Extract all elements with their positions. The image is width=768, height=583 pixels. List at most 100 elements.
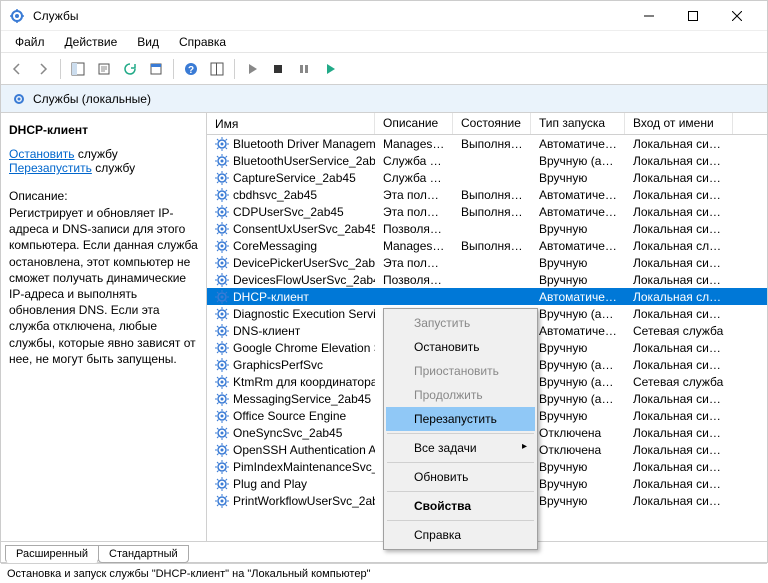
service-row[interactable]: DHCP-клиентАвтоматиче…Локальная слу…	[207, 288, 767, 305]
service-logon: Локальная сис…	[625, 154, 733, 168]
tab-extended[interactable]: Расширенный	[5, 545, 99, 563]
gear-icon	[215, 239, 229, 253]
service-row[interactable]: CaptureService_2ab45Служба за…ВручнуюЛок…	[207, 169, 767, 186]
service-name: DHCP-клиент	[233, 290, 309, 304]
service-row[interactable]: CoreMessagingManages c…ВыполняетсяАвтома…	[207, 237, 767, 254]
service-name: Diagnostic Execution Service	[233, 307, 375, 321]
ctx-start: Запустить	[386, 311, 535, 335]
context-menu: Запустить Остановить Приостановить Продо…	[383, 308, 538, 550]
service-row[interactable]: cbdhsvc_2ab45Эта польз…ВыполняетсяАвтома…	[207, 186, 767, 203]
col-status[interactable]: Состояние	[453, 113, 531, 134]
pause-service-button[interactable]	[292, 57, 316, 81]
service-logon: Локальная сис…	[625, 273, 733, 287]
service-row[interactable]: CDPUserSvc_2ab45Эта польз…ВыполняетсяАвт…	[207, 203, 767, 220]
app-icon	[9, 8, 25, 24]
service-row[interactable]: Bluetooth Driver Managem…Manages B…Выпол…	[207, 135, 767, 152]
col-name[interactable]: Имя	[207, 113, 375, 134]
chevron-right-icon: ▸	[522, 441, 527, 452]
gear-icon	[215, 409, 229, 423]
service-startup: Вручную (ак…	[531, 307, 625, 321]
service-logon: Сетевая служба	[625, 324, 733, 338]
properties-button[interactable]	[144, 57, 168, 81]
toolbar-misc-button[interactable]	[205, 57, 229, 81]
service-name: BluetoothUserService_2ab45	[233, 154, 375, 168]
service-startup: Автоматиче…	[531, 239, 625, 253]
service-logon: Локальная сис…	[625, 392, 733, 406]
title-bar: Службы	[1, 1, 767, 31]
col-description[interactable]: Описание	[375, 113, 453, 134]
menu-help[interactable]: Справка	[171, 33, 234, 51]
menu-bar: Файл Действие Вид Справка	[1, 31, 767, 53]
service-row[interactable]: BluetoothUserService_2ab45Служба п…Вручн…	[207, 152, 767, 169]
service-logon: Локальная сис…	[625, 494, 733, 508]
service-logon: Локальная слу…	[625, 239, 733, 253]
toolbar: ?	[1, 53, 767, 85]
gear-icon	[215, 307, 229, 321]
service-startup: Вручную	[531, 341, 625, 355]
service-startup: Автоматиче…	[531, 324, 625, 338]
menu-action[interactable]: Действие	[57, 33, 126, 51]
col-logon[interactable]: Вход от имени	[625, 113, 733, 134]
service-name: Bluetooth Driver Managem…	[233, 137, 375, 151]
col-startup[interactable]: Тип запуска	[531, 113, 625, 134]
column-headers: Имя Описание Состояние Тип запуска Вход …	[207, 113, 767, 135]
service-name: MessagingService_2ab45	[233, 392, 371, 406]
service-name: KtmRm для координатора …	[233, 375, 375, 389]
maximize-button[interactable]	[671, 1, 715, 31]
service-desc: Позволяет…	[375, 273, 453, 287]
service-startup: Вручную	[531, 460, 625, 474]
service-state: Выполняется	[453, 137, 531, 151]
close-button[interactable]	[715, 1, 759, 31]
service-desc: Служба за…	[375, 171, 453, 185]
start-service-button[interactable]	[240, 57, 264, 81]
service-row[interactable]: DevicePickerUserSvc_2ab45Эта польз…Вручн…	[207, 254, 767, 271]
service-desc: Позволяет…	[375, 222, 453, 236]
tree-header[interactable]: Службы (локальные)	[1, 85, 767, 113]
service-name: Google Chrome Elevation S…	[233, 341, 375, 355]
back-button[interactable]	[5, 57, 29, 81]
service-name: Office Source Engine	[233, 409, 346, 423]
service-startup: Вручную (ак…	[531, 358, 625, 372]
service-row[interactable]: ConsentUxUserSvc_2ab45Позволяет…ВручнуюЛ…	[207, 220, 767, 237]
service-name: OneSyncSvc_2ab45	[233, 426, 342, 440]
menu-file[interactable]: Файл	[7, 33, 53, 51]
gear-icon	[215, 324, 229, 338]
service-list-pane: Имя Описание Состояние Тип запуска Вход …	[207, 113, 767, 541]
ctx-properties[interactable]: Свойства	[386, 494, 535, 518]
service-desc: Служба п…	[375, 154, 453, 168]
ctx-help[interactable]: Справка	[386, 523, 535, 547]
service-startup: Вручную	[531, 273, 625, 287]
service-desc: Manages B…	[375, 137, 453, 151]
tab-standard[interactable]: Стандартный	[98, 545, 189, 563]
stop-service-link[interactable]: Остановить службу	[9, 147, 198, 161]
service-name: CaptureService_2ab45	[233, 171, 356, 185]
gear-icon	[215, 358, 229, 372]
menu-view[interactable]: Вид	[129, 33, 167, 51]
help-button[interactable]: ?	[179, 57, 203, 81]
ctx-restart[interactable]: Перезапустить	[386, 407, 535, 431]
service-logon: Локальная сис…	[625, 426, 733, 440]
status-bar: Остановка и запуск службы "DHCP-клиент" …	[1, 563, 767, 583]
service-row[interactable]: DevicesFlowUserSvc_2ab45Позволяет…Вручну…	[207, 271, 767, 288]
service-startup: Отключена	[531, 443, 625, 457]
restart-service-button[interactable]	[318, 57, 342, 81]
service-logon: Локальная сис…	[625, 358, 733, 372]
stop-service-button[interactable]	[266, 57, 290, 81]
ctx-refresh[interactable]: Обновить	[386, 465, 535, 489]
restart-service-link[interactable]: Перезапустить службу	[9, 161, 198, 175]
service-name: PimIndexMaintenanceSvc_2…	[233, 460, 375, 474]
gear-icon	[215, 188, 229, 202]
ctx-stop[interactable]: Остановить	[386, 335, 535, 359]
service-logon: Локальная сис…	[625, 222, 733, 236]
minimize-button[interactable]	[627, 1, 671, 31]
show-hide-tree-button[interactable]	[66, 57, 90, 81]
service-state: Выполняется	[453, 239, 531, 253]
export-button[interactable]	[92, 57, 116, 81]
gear-icon	[215, 460, 229, 474]
service-startup: Вручную (ак…	[531, 392, 625, 406]
forward-button[interactable]	[31, 57, 55, 81]
ctx-all-tasks[interactable]: Все задачи▸	[386, 436, 535, 460]
refresh-button[interactable]	[118, 57, 142, 81]
gear-icon	[215, 443, 229, 457]
gear-icon	[215, 205, 229, 219]
